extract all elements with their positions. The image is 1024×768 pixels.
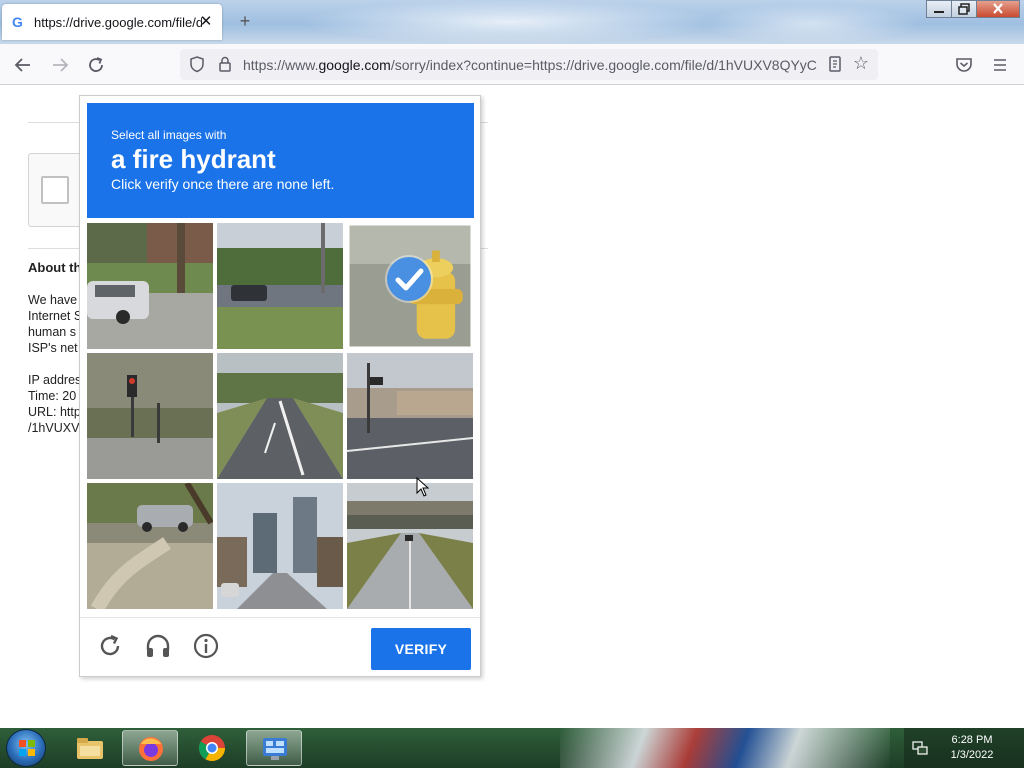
windows-taskbar: 6:28 PM 1/3/2022 xyxy=(0,728,1024,768)
taskbar-file-explorer[interactable] xyxy=(62,730,118,766)
desktop-wallpaper-glimpse xyxy=(300,0,720,44)
back-arrow-icon xyxy=(14,58,30,72)
image-tile-2[interactable] xyxy=(217,223,343,349)
tile-image-city-street xyxy=(217,483,343,609)
verify-button[interactable]: VERIFY xyxy=(371,628,471,670)
pocket-icon xyxy=(956,58,972,72)
desktop-wallpaper-glimpse xyxy=(560,728,890,768)
image-tile-8[interactable] xyxy=(217,483,343,609)
control-panel-icon xyxy=(263,738,287,760)
tile-image-overpass-road xyxy=(347,483,473,609)
headphones-icon[interactable] xyxy=(144,632,172,660)
tile-image-intersection-lights xyxy=(87,353,213,479)
network-icon[interactable] xyxy=(912,740,928,756)
bookmark-star-icon[interactable]: ☆ xyxy=(850,52,872,74)
tab-close-icon[interactable]: ✕ xyxy=(198,14,214,30)
tracking-shield-icon[interactable] xyxy=(188,55,206,73)
system-tray: 6:28 PM 1/3/2022 xyxy=(904,728,1024,768)
address-bar[interactable]: https://www.google.com/sorry/index?conti… xyxy=(180,49,878,80)
reload-icon xyxy=(89,57,103,72)
tile-image-yard-car xyxy=(87,483,213,609)
browser-tab[interactable]: G https://drive.google.com/file/d/ ✕ xyxy=(2,4,222,40)
reload-button[interactable] xyxy=(83,52,109,78)
forward-button[interactable] xyxy=(47,52,73,78)
url-path: /sorry/index?continue=https://drive.goog… xyxy=(390,57,817,73)
new-tab-icon[interactable]: + xyxy=(236,12,254,30)
tile-image-street-car xyxy=(87,223,213,349)
browser-tab-strip: G https://drive.google.com/file/d/ ✕ + xyxy=(0,0,1024,44)
challenge-instructions: Select all images with a fire hydrant Cl… xyxy=(87,103,474,218)
forward-arrow-icon xyxy=(53,58,69,72)
reload-icon[interactable] xyxy=(96,632,124,660)
reader-view-icon[interactable] xyxy=(826,55,844,73)
back-button[interactable] xyxy=(10,52,36,78)
recaptcha-checkbox[interactable] xyxy=(41,176,69,204)
folder-icon xyxy=(77,738,103,759)
chrome-icon xyxy=(198,735,226,762)
challenge-footer: VERIFY xyxy=(80,617,480,677)
url-domain: google.com xyxy=(318,57,391,73)
app-menu-button[interactable] xyxy=(987,52,1013,78)
image-tile-6[interactable] xyxy=(347,353,473,479)
clock-time: 6:28 PM xyxy=(951,734,993,746)
selected-check-icon xyxy=(387,257,431,301)
google-favicon-icon: G xyxy=(12,14,23,30)
taskbar-clock[interactable]: 6:28 PM 1/3/2022 xyxy=(940,733,1004,763)
tile-image-empty-highway xyxy=(217,353,343,479)
recaptcha-challenge-popup: Select all images with a fire hydrant Cl… xyxy=(79,95,481,677)
image-tile-5[interactable] xyxy=(217,353,343,479)
navigation-toolbar: https://www.google.com/sorry/index?conti… xyxy=(0,44,1024,85)
image-tile-9[interactable] xyxy=(347,483,473,609)
taskbar-control-panel[interactable] xyxy=(246,730,302,766)
pocket-button[interactable] xyxy=(951,52,977,78)
taskbar-firefox[interactable] xyxy=(122,730,178,766)
clock-date: 1/3/2022 xyxy=(950,749,994,761)
mouse-cursor-icon xyxy=(416,477,430,497)
taskbar-chrome[interactable] xyxy=(184,730,240,766)
about-heading: About th xyxy=(28,260,82,275)
lock-icon[interactable] xyxy=(216,55,234,73)
close-window-button[interactable] xyxy=(976,0,1020,18)
image-tile-7[interactable] xyxy=(87,483,213,609)
image-tile-1[interactable] xyxy=(87,223,213,349)
windows-logo-icon xyxy=(19,740,35,756)
url-text[interactable]: https://www.google.com/sorry/index?conti… xyxy=(243,57,823,73)
start-button[interactable] xyxy=(6,729,46,767)
info-icon[interactable] xyxy=(192,632,220,660)
url-prefix: https://www. xyxy=(243,57,319,73)
tab-title: https://drive.google.com/file/d/ xyxy=(34,14,202,30)
tile-image-highway-car xyxy=(217,223,343,349)
tile-image-intersection-buildings xyxy=(347,353,473,479)
image-tile-4[interactable] xyxy=(87,353,213,479)
instruction-target: a fire hydrant xyxy=(111,144,276,174)
firefox-icon xyxy=(139,737,163,761)
minimize-button[interactable] xyxy=(926,0,952,18)
hamburger-menu-icon xyxy=(994,59,1006,71)
image-grid xyxy=(87,223,475,611)
image-tile-3-selected[interactable] xyxy=(347,223,473,349)
desktop-wallpaper-glimpse-2 xyxy=(700,4,920,44)
instruction-sub: Click verify once there are none left. xyxy=(111,176,335,192)
window-controls xyxy=(926,0,1020,20)
instruction-small: Select all images with xyxy=(111,128,227,142)
restore-button[interactable] xyxy=(951,0,977,18)
